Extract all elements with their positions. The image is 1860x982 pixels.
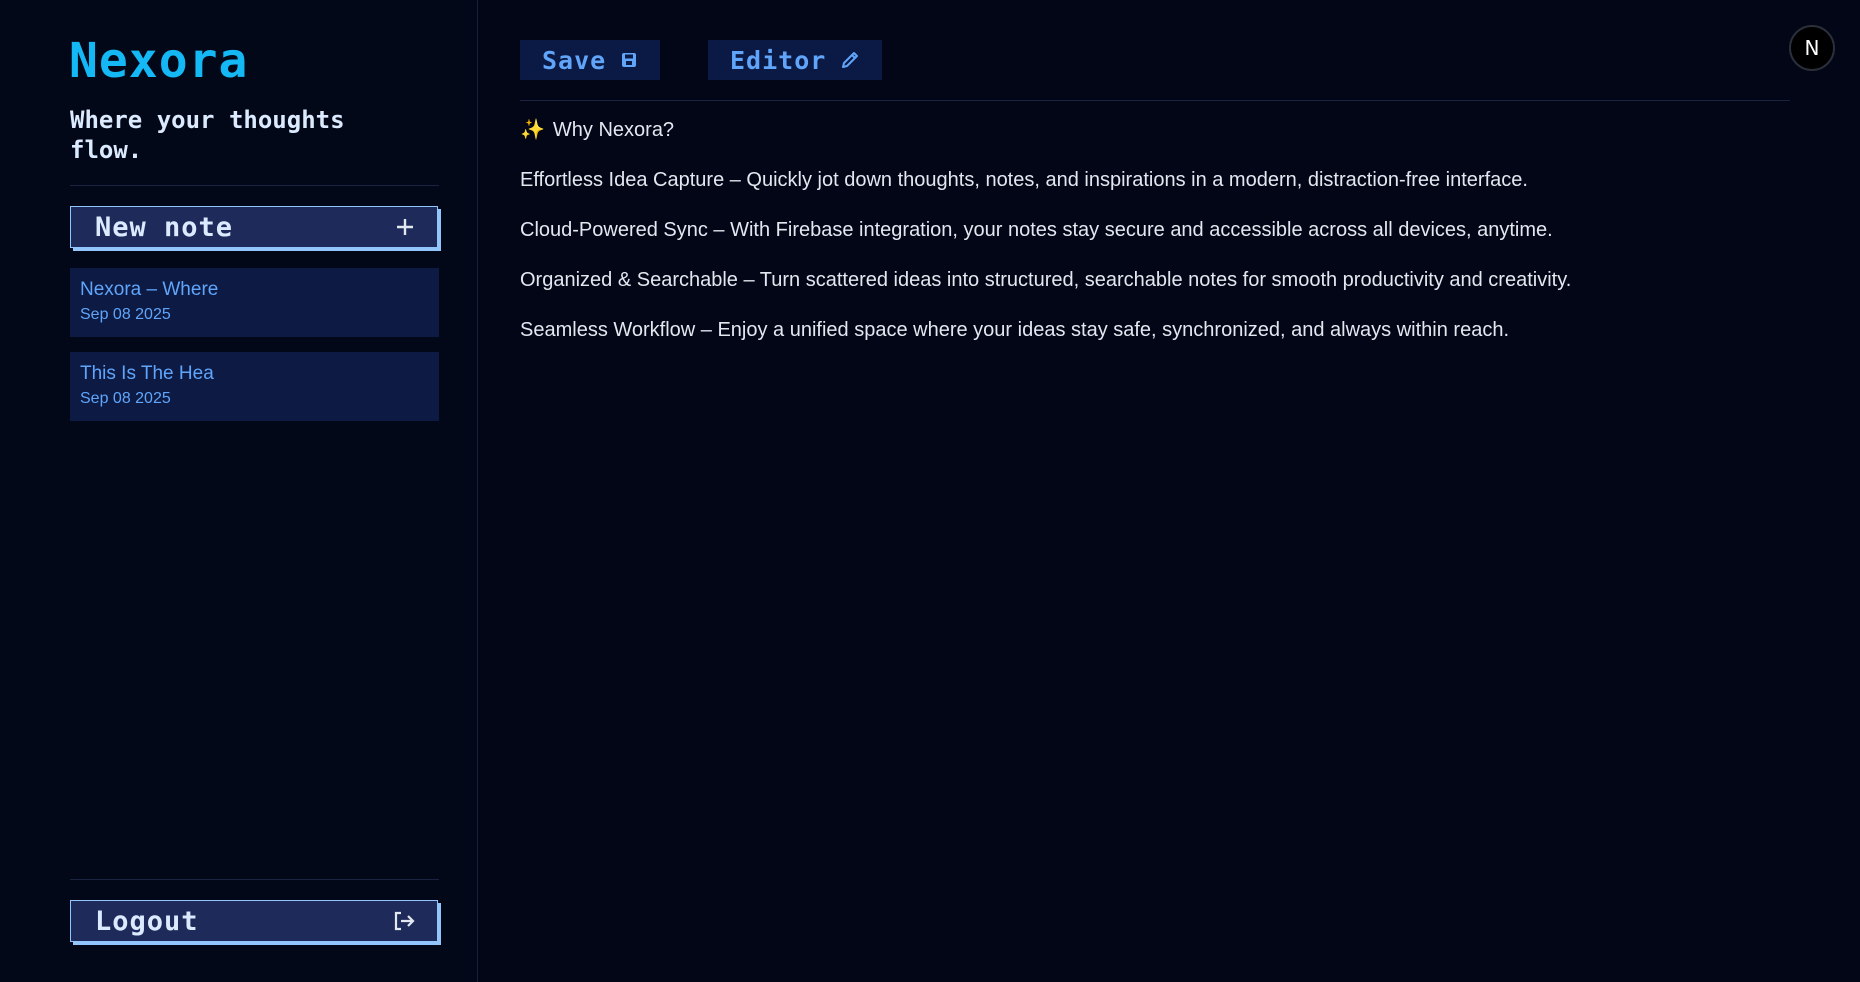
note-title: Nexora – Where <box>80 279 219 300</box>
logout-icon <box>393 911 415 931</box>
logout-label: Logout <box>95 905 199 937</box>
avatar-initial: N <box>1804 36 1820 60</box>
note-content[interactable]: ✨ Why Nexora? Effortless Idea Capture – … <box>520 118 1790 368</box>
brand-logo: Nexora <box>69 33 249 89</box>
note-title: This Is The Hea <box>80 363 214 384</box>
toolbar-divider <box>520 100 1790 101</box>
note-item[interactable]: Nexora – Where Sep 08 2025 <box>70 268 439 337</box>
content-heading-text: Why Nexora? <box>552 119 675 141</box>
logout-button[interactable]: Logout <box>70 900 438 942</box>
pencil-icon <box>840 50 860 70</box>
note-date: Sep 08 2025 <box>80 306 171 323</box>
save-label: Save <box>542 45 607 75</box>
floppy-disk-icon <box>620 51 638 69</box>
content-heading: ✨ Why Nexora? <box>520 118 1790 142</box>
new-note-button[interactable]: New note <box>70 206 438 248</box>
save-button[interactable]: Save <box>520 40 661 80</box>
content-paragraph: Seamless Workflow – Enjoy a unified spac… <box>520 319 1510 341</box>
avatar[interactable]: N <box>1789 25 1835 71</box>
content-paragraph: Effortless Idea Capture – Quickly jot do… <box>520 169 1528 191</box>
sparkles-icon: ✨ <box>520 119 545 141</box>
editor-button[interactable]: Editor <box>708 40 883 80</box>
new-note-label: New note <box>95 211 234 243</box>
editor-label: Editor <box>730 45 827 75</box>
note-date: Sep 08 2025 <box>80 390 171 407</box>
sidebar-divider-bottom <box>70 879 439 880</box>
note-item[interactable]: This Is The Hea Sep 08 2025 <box>70 352 439 421</box>
content-paragraph: Cloud-Powered Sync – With Firebase integ… <box>520 219 1553 241</box>
sidebar: Nexora Where your thoughts flow. New not… <box>0 0 478 982</box>
tagline: Where your thoughts flow. <box>70 106 345 164</box>
plus-icon <box>395 217 415 237</box>
sidebar-divider-top <box>70 185 439 186</box>
content-paragraph: Organized & Searchable – Turn scattered … <box>520 269 1572 291</box>
